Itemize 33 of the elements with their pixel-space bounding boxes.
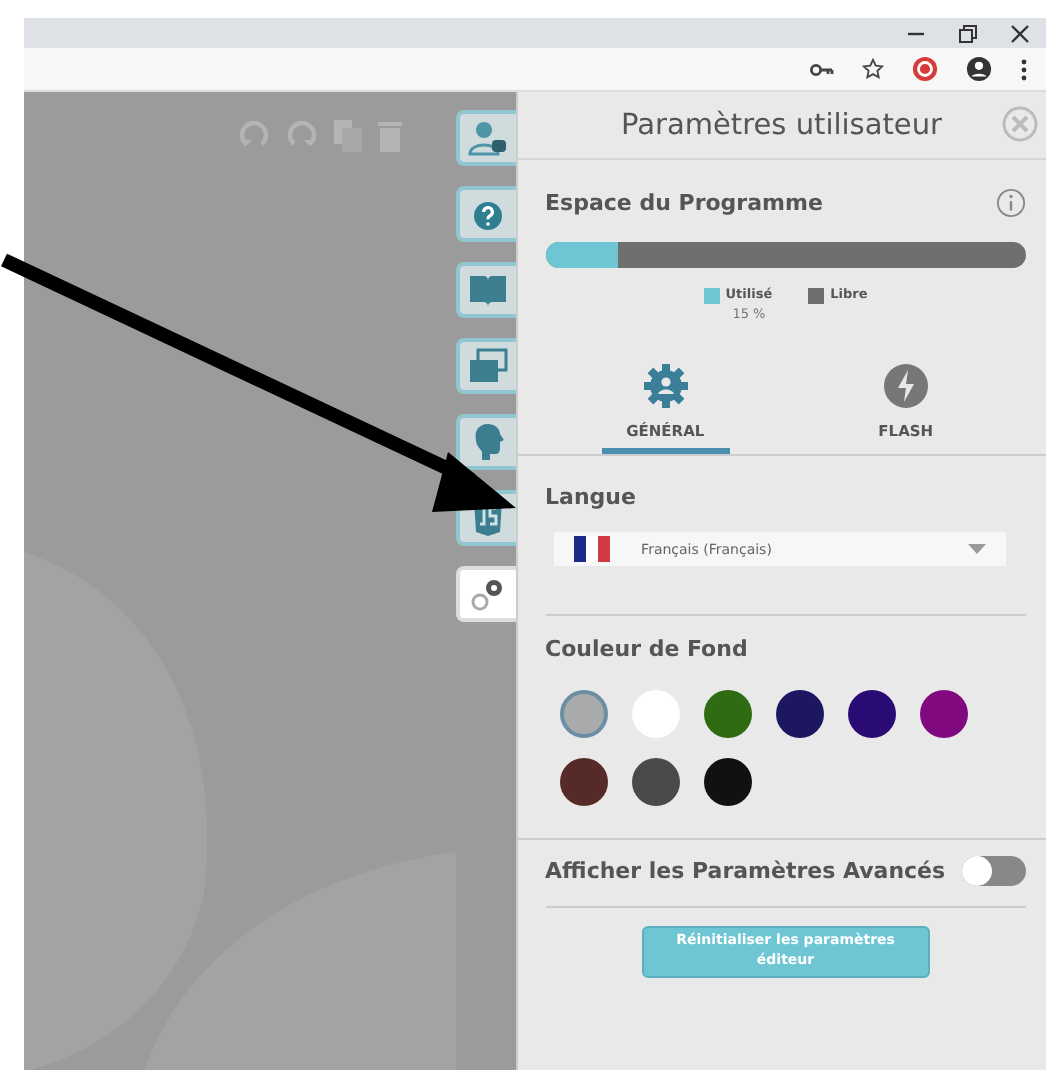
color-swatch[interactable] <box>559 758 608 806</box>
gear-icon <box>641 362 690 410</box>
account-icon[interactable] <box>966 56 992 82</box>
french-flag-icon <box>573 536 614 562</box>
settings-button[interactable] <box>455 566 516 622</box>
advanced-settings-label: Afficher les Paramètres Avancés <box>545 858 946 884</box>
pin-extension-icon[interactable] <box>912 56 938 82</box>
color-swatch[interactable] <box>847 690 896 738</box>
key-icon[interactable] <box>810 61 834 77</box>
close-icon[interactable] <box>1010 23 1030 43</box>
menu-icon[interactable] <box>1020 57 1028 81</box>
star-icon[interactable] <box>862 58 884 80</box>
lightning-icon <box>881 362 930 410</box>
windows-icon <box>467 348 508 384</box>
color-swatch[interactable] <box>631 758 680 806</box>
panel-title: Paramètres utilisateur <box>621 109 942 141</box>
toggle-switch[interactable] <box>962 856 1026 886</box>
gears-icon <box>467 574 508 614</box>
color-swatch[interactable] <box>919 690 968 738</box>
section-heading: Espace du Programme <box>545 190 823 216</box>
color-swatch[interactable] <box>703 690 752 738</box>
caret-icon <box>967 544 986 554</box>
info-icon[interactable] <box>996 188 1026 218</box>
color-swatch[interactable] <box>559 690 608 738</box>
restore-icon[interactable] <box>958 23 978 43</box>
head-icon <box>471 422 504 462</box>
user-icon <box>467 118 508 158</box>
section-heading: Couleur de Fond <box>545 636 750 662</box>
book-icon <box>467 272 508 308</box>
color-swatch[interactable] <box>703 758 752 806</box>
sidebar-button[interactable] <box>455 414 516 470</box>
section-heading: Langue <box>545 484 638 510</box>
color-swatch[interactable] <box>775 690 824 738</box>
